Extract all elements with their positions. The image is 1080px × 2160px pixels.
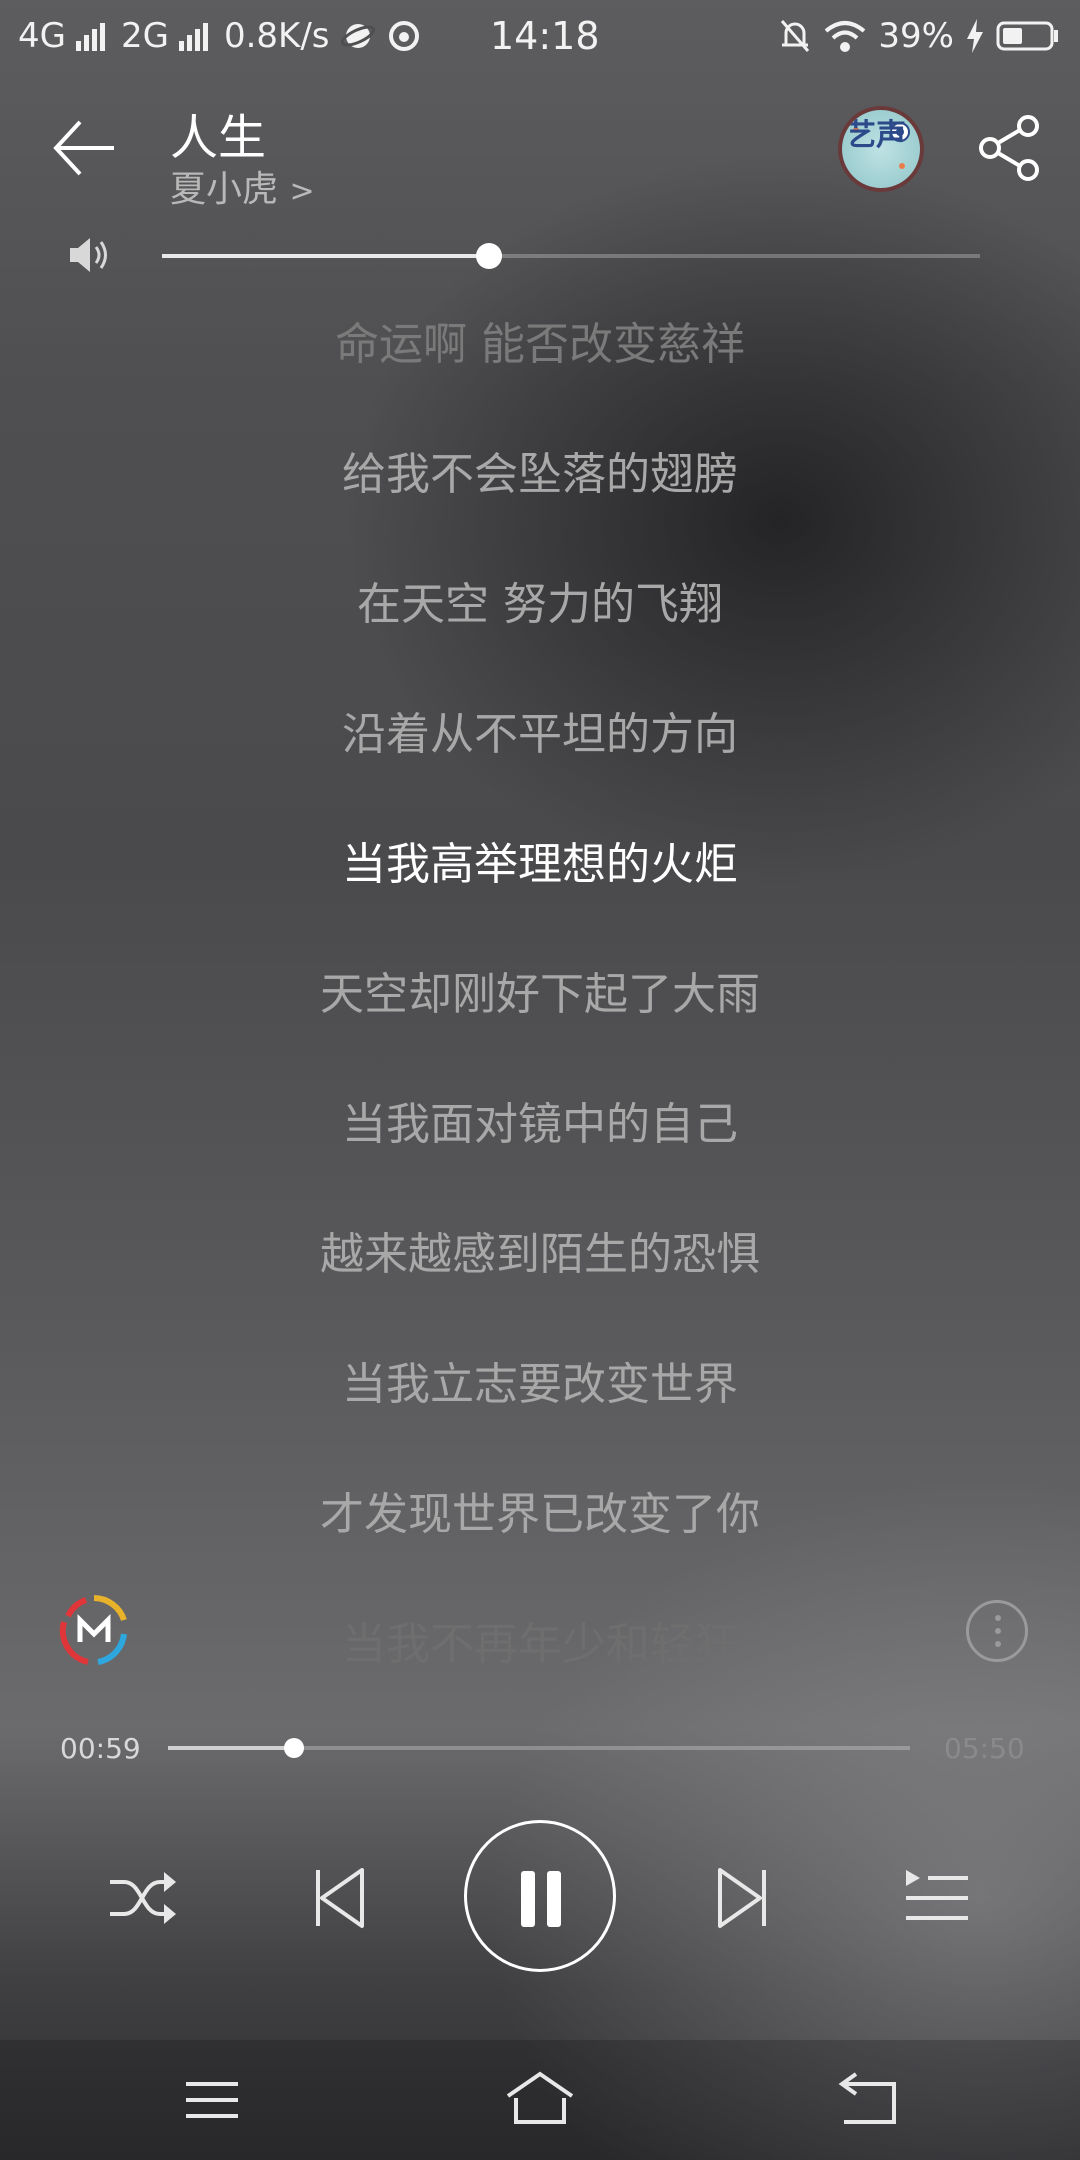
more-options-button[interactable] <box>966 1600 1028 1662</box>
network-type-2: 2G <box>120 16 169 56</box>
lyric-line-current: 当我高举理想的火炬 <box>342 839 738 890</box>
pause-bar-icon <box>521 1871 535 1927</box>
chevron-right-icon: > <box>289 174 315 209</box>
planet-icon <box>340 24 375 48</box>
artist-avatar[interactable]: 艺声 <box>838 106 924 192</box>
clock: 14:18 <box>490 14 600 58</box>
more-dot-icon <box>995 1615 1001 1621</box>
network-type-1: 4G <box>18 16 66 56</box>
home-icon[interactable] <box>500 2064 580 2136</box>
signal-icon <box>75 21 105 51</box>
more-dot-icon <box>995 1628 1001 1634</box>
lyric-line: 在天空 努力的飞翔 <box>357 579 723 630</box>
network-speed: 0.8K/s <box>223 16 330 56</box>
back-icon[interactable] <box>830 2064 910 2136</box>
charging-icon <box>967 19 983 53</box>
lyric-line: 给我不会坠落的翅膀 <box>342 449 738 500</box>
volume-slider[interactable] <box>162 243 980 269</box>
previous-icon[interactable] <box>300 1862 380 1934</box>
seek-bar-fill <box>168 1746 295 1750</box>
battery-icon <box>996 21 1058 51</box>
signal-icon-2 <box>178 21 208 51</box>
lyric-line: 天空却刚好下起了大雨 <box>320 969 760 1020</box>
playlist-icon[interactable] <box>896 1862 976 1934</box>
back-arrow-icon[interactable] <box>48 112 120 184</box>
current-time: 00:59 <box>60 1732 141 1765</box>
menu-icon[interactable] <box>172 2064 252 2136</box>
seek-bar-handle[interactable] <box>284 1738 305 1758</box>
volume-icon[interactable] <box>66 232 112 278</box>
battery-percent: 39% <box>878 16 954 56</box>
lyric-line: 越来越感到陌生的恐惧 <box>320 1229 760 1280</box>
more-dot-icon <box>995 1641 1001 1647</box>
artist-link[interactable]: 夏小虎 > <box>170 160 315 212</box>
pause-bar-icon <box>547 1871 561 1927</box>
share-icon[interactable] <box>974 112 1046 184</box>
shuffle-icon[interactable] <box>102 1862 182 1934</box>
volume-slider-fill <box>162 254 490 258</box>
next-icon[interactable] <box>702 1862 782 1934</box>
lyric-line: 才发现世界已改变了你 <box>320 1489 760 1540</box>
lyric-line: 当我不再年少和轻狂 <box>342 1619 738 1670</box>
artist-name: 夏小虎 <box>170 169 279 210</box>
song-title: 人生 <box>170 110 267 166</box>
status-bar: 4G 2G 0.8K/s 14:18 39% <box>0 0 1080 72</box>
lyric-line: 沿着从不平坦的方向 <box>342 709 738 760</box>
seek-bar[interactable] <box>168 1738 910 1758</box>
pause-button[interactable] <box>464 1820 616 1972</box>
lyric-line: 命运啊 能否改变慈祥 <box>335 319 745 370</box>
total-time: 05:50 <box>944 1732 1025 1765</box>
music-service-logo-icon[interactable] <box>58 1594 130 1666</box>
lyric-line: 当我立志要改变世界 <box>342 1359 738 1410</box>
volume-slider-handle[interactable] <box>476 243 503 269</box>
mute-bell-icon <box>781 20 810 52</box>
weibo-icon <box>388 21 419 51</box>
wifi-icon <box>825 21 866 52</box>
avatar-logo-text: 艺声 <box>846 118 906 153</box>
lyric-line: 当我面对镜中的自己 <box>342 1099 738 1150</box>
